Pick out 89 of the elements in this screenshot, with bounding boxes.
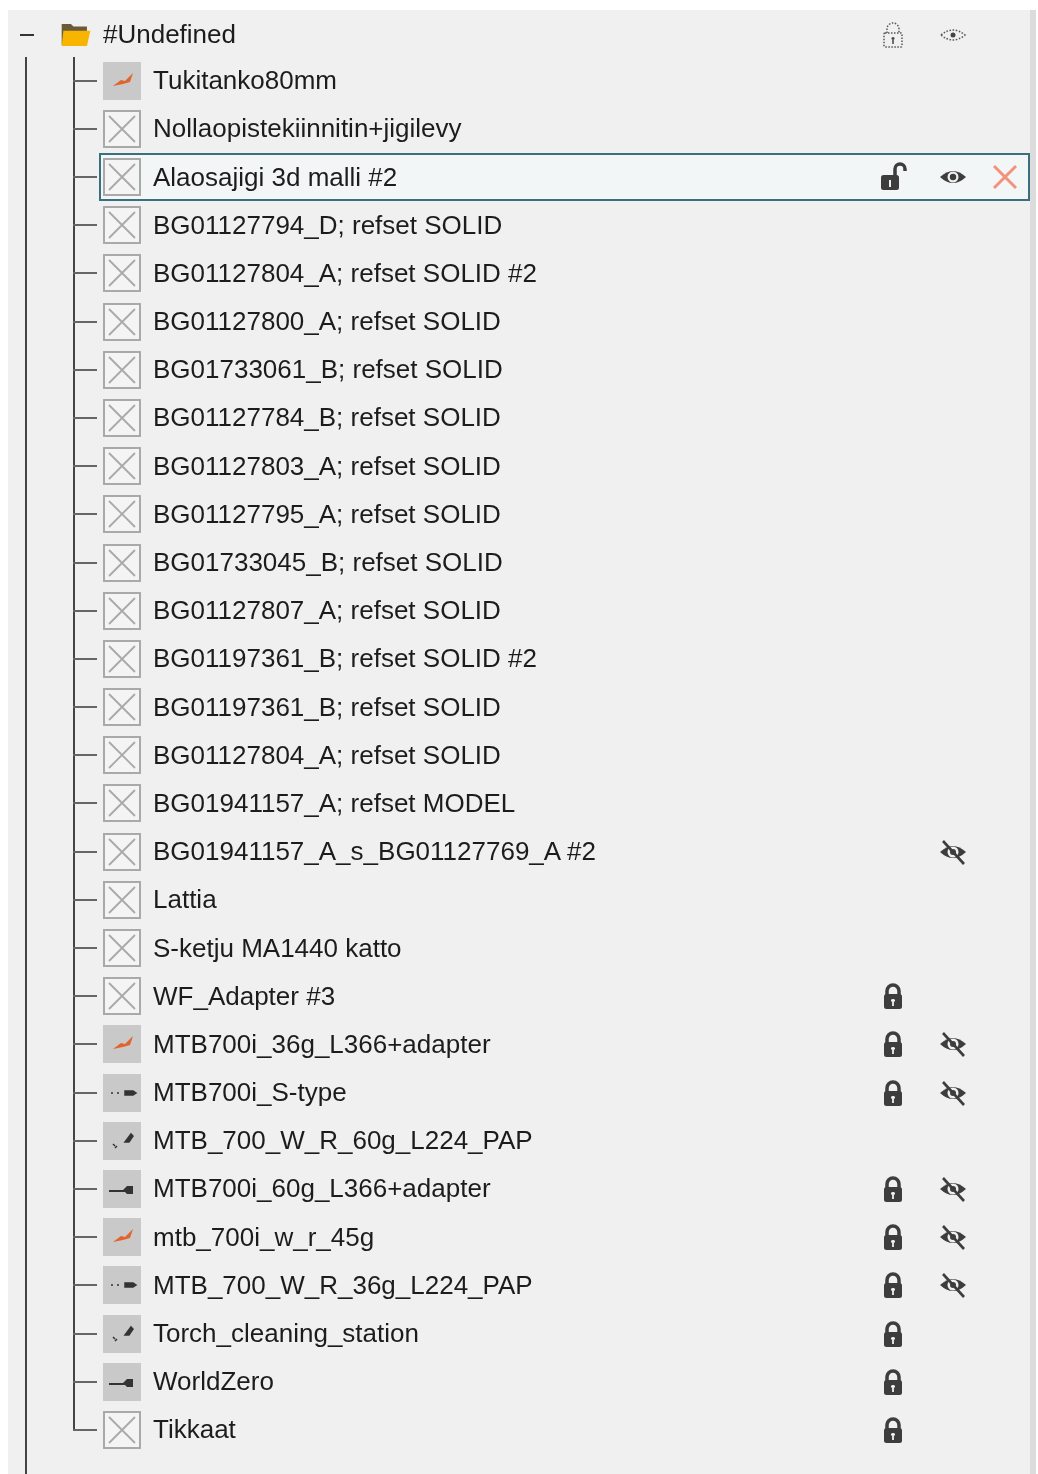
tree-connector	[73, 923, 97, 973]
tree-connector	[73, 393, 97, 443]
tree-item[interactable]: BG01733061_B; refset SOLID	[99, 345, 1030, 394]
tree-item[interactable]: BG01127800_A; refset SOLID	[99, 297, 1030, 346]
tree-item-label: BG01941157_A; refset MODEL	[153, 787, 517, 819]
tree-item[interactable]: MTB_700_W_R_36g_L224_PAP	[99, 1261, 1030, 1310]
tree-item[interactable]: Nollaopistekiinnitin+jigilevy	[99, 104, 1030, 153]
tree-connector	[73, 875, 97, 924]
tree-connector	[73, 1213, 97, 1262]
tree-item-label: BG01127794_D; refset SOLID	[153, 209, 504, 241]
tree-item-label: BG01127795_A; refset SOLID	[153, 498, 502, 530]
tree-item[interactable]: MTB700i_36g_L366+adapter	[99, 1020, 1030, 1069]
tree-connector	[73, 731, 97, 780]
tree-item-label: mtb_700i_w_r_45g	[153, 1221, 376, 1253]
tree-item-label: Nollaopistekiinnitin+jigilevy	[153, 113, 463, 145]
tree-item-label: MTB_700_W_R_36g_L224_PAP	[153, 1269, 534, 1301]
tree-item[interactable]: MTB_700_W_R_60g_L224_PAP	[99, 1116, 1030, 1165]
tree-item-label: Lattia	[153, 884, 218, 916]
tree-item-label: MTB700i_60g_L366+adapter	[153, 1173, 492, 1205]
tree-connector	[73, 972, 97, 1021]
tree-item-label: S-ketju MA1440 katto	[153, 932, 403, 964]
tree-item[interactable]: BG01127784_B; refset SOLID	[99, 393, 1030, 443]
tree-connector	[73, 1309, 97, 1358]
tree-item[interactable]: BG01127804_A; refset SOLID	[99, 731, 1030, 780]
tree-connector	[73, 1261, 97, 1310]
tree-item[interactable]: BG01127794_D; refset SOLID	[99, 201, 1030, 250]
tree-item[interactable]: Torch_cleaning_station	[99, 1309, 1030, 1358]
tree-item-label: BG01127800_A; refset SOLID	[153, 306, 502, 338]
tree-item[interactable]: BG01127795_A; refset SOLID	[99, 490, 1030, 539]
tree-item-label: MTB700i_S-type	[153, 1077, 348, 1109]
tree-connector	[73, 297, 97, 346]
tree-connector	[73, 683, 97, 732]
tree-item[interactable]: Tukitanko80mm	[99, 56, 1030, 105]
tree-item[interactable]: MTB700i_S-type	[99, 1068, 1030, 1117]
tree-connector	[73, 1068, 97, 1117]
tree-item-label: WorldZero	[153, 1366, 275, 1398]
tree-item-label: BG01127807_A; refset SOLID	[153, 595, 502, 627]
tree-item[interactable]: BG01197361_B; refset SOLID	[99, 683, 1030, 732]
tree-connector	[73, 201, 97, 250]
tree-item-label: Alaosajigi 3d malli #2	[153, 161, 399, 193]
tree-item-label: BG01197361_B; refset SOLID	[153, 691, 502, 723]
tree-connector	[73, 56, 97, 105]
tree-connector	[73, 538, 97, 587]
tree-connector	[73, 104, 97, 153]
tree-connector	[73, 1020, 97, 1069]
tree-item-label: Torch_cleaning_station	[153, 1318, 420, 1350]
tree-item[interactable]: BG01733045_B; refset SOLID	[99, 538, 1030, 587]
tree-connector	[73, 345, 97, 394]
tree-item-label: BG01941157_A_s_BG01127769_A #2	[153, 836, 597, 868]
tree-connector	[73, 634, 97, 683]
tree-item-label: BG01127804_A; refset SOLID #2	[153, 257, 538, 289]
tree-item-label[interactable]: #Undefined	[103, 19, 873, 51]
tree-item-label: BG01733045_B; refset SOLID	[153, 547, 504, 579]
tree-item[interactable]: Tikkaat	[99, 1405, 1030, 1454]
tree-item-label: BG01197361_B; refset SOLID #2	[153, 643, 538, 675]
tree-item-label: BG01733061_B; refset SOLID	[153, 354, 504, 386]
tree-connector	[73, 779, 97, 828]
tree-item-label: MTB_700_W_R_60g_L224_PAP	[153, 1125, 534, 1157]
tree-item[interactable]: S-ketju MA1440 katto	[99, 923, 1030, 973]
unlocked-padlock-icon[interactable]	[878, 162, 908, 193]
tree-item[interactable]: WorldZero	[99, 1357, 1030, 1406]
tree-item-label: BG01127784_B; refset SOLID	[153, 402, 502, 434]
tree-item[interactable]: BG01127803_A; refset SOLID	[99, 442, 1030, 491]
tree-connector	[73, 1116, 97, 1165]
tree-connector	[73, 490, 97, 539]
tree-item[interactable]: BG01941157_A; refset MODEL	[99, 779, 1030, 828]
tree-connector	[73, 442, 97, 491]
tree-item-label: WF_Adapter #3	[153, 980, 337, 1012]
tree-item[interactable]: Alaosajigi 3d malli #2	[99, 152, 1030, 202]
tree-item[interactable]: BG01941157_A_s_BG01127769_A #2	[99, 827, 1030, 876]
tree-item-label: BG01127804_A; refset SOLID	[153, 739, 502, 771]
tree-connector	[73, 1357, 97, 1406]
tree-item[interactable]: MTB700i_60g_L366+adapter	[99, 1164, 1030, 1214]
tree-connector	[73, 827, 97, 876]
tree-item-label: BG01127803_A; refset SOLID	[153, 450, 502, 482]
tree-item[interactable]: WF_Adapter #3	[99, 972, 1030, 1021]
tree-connector	[73, 249, 97, 298]
tree-connector	[73, 1164, 97, 1214]
tree-item[interactable]: mtb_700i_w_r_45g	[99, 1213, 1030, 1262]
scrollbar-track[interactable]	[1030, 10, 1036, 1474]
tree-connector	[73, 152, 97, 202]
tree-item[interactable]: BG01127804_A; refset SOLID #2	[99, 249, 1030, 298]
tree-item[interactable]: BG01127807_A; refset SOLID	[99, 586, 1030, 635]
tree-item[interactable]: BG01197361_B; refset SOLID #2	[99, 634, 1030, 683]
tree-item[interactable]: Lattia	[99, 875, 1030, 924]
tree-item-label: MTB700i_36g_L366+adapter	[153, 1028, 492, 1060]
tree-item-label: Tukitanko80mm	[153, 65, 338, 97]
tree-connector	[73, 586, 97, 635]
tree-item-label: Tikkaat	[153, 1414, 237, 1446]
